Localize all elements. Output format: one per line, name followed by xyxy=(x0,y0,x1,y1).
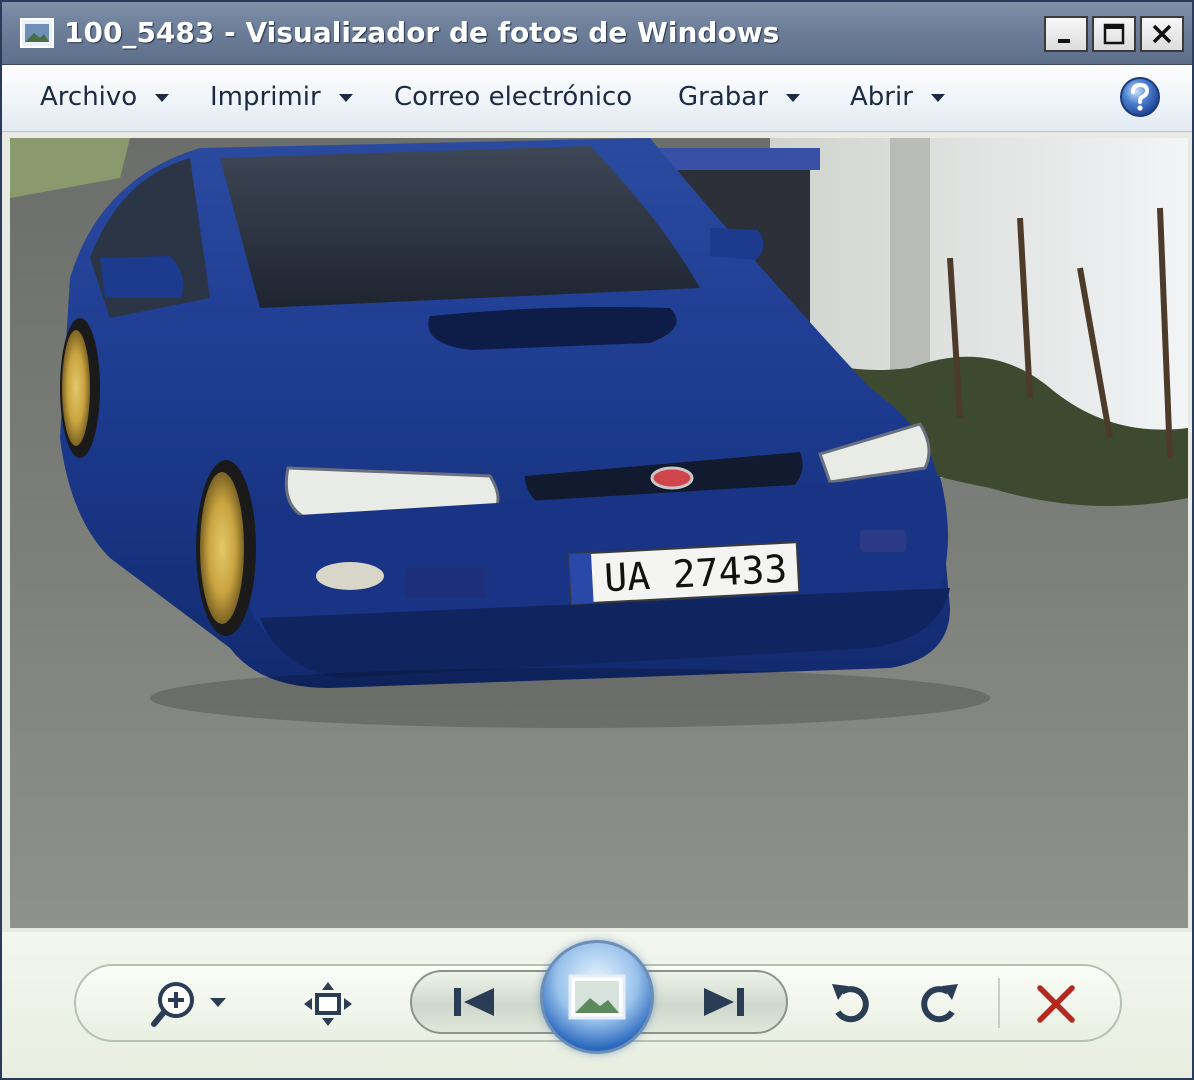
maximize-icon xyxy=(1103,23,1125,45)
fit-to-window-button[interactable] xyxy=(302,980,354,1028)
zoom-icon xyxy=(151,982,226,1027)
menu-abrir-label: Abrir xyxy=(850,82,913,112)
menu-grabar-label: Grabar xyxy=(678,82,768,112)
menu-correo-electronico[interactable]: Correo electrónico xyxy=(394,79,632,115)
maximize-button[interactable] xyxy=(1092,16,1136,52)
previous-icon xyxy=(454,988,494,1016)
slideshow-icon xyxy=(568,974,626,1020)
menu-imprimir[interactable]: Imprimir xyxy=(210,79,353,115)
toolbar-divider xyxy=(998,978,1000,1028)
menu-abrir[interactable]: Abrir xyxy=(850,79,945,115)
title-bar[interactable]: 100_5483 - Visualizador de fotos de Wind… xyxy=(2,2,1192,65)
rotate-clockwise-icon xyxy=(921,984,958,1023)
rotate-clockwise-button[interactable] xyxy=(914,978,964,1028)
rotate-counterclockwise-icon xyxy=(832,984,869,1023)
help-icon[interactable] xyxy=(1118,75,1162,119)
menu-archivo-label: Archivo xyxy=(40,82,138,112)
chevron-down-icon xyxy=(930,94,945,102)
window-title: 100_5483 - Visualizador de fotos de Wind… xyxy=(64,16,780,49)
license-plate: UA 27433 xyxy=(567,541,801,606)
close-icon xyxy=(1152,24,1172,44)
previous-button[interactable] xyxy=(448,982,500,1022)
rotate-counterclockwise-button[interactable] xyxy=(826,978,876,1028)
chevron-down-icon xyxy=(785,94,800,102)
next-icon xyxy=(704,988,744,1016)
menu-imprimir-label: Imprimir xyxy=(210,82,321,112)
menu-bar: Archivo Imprimir Correo electrónico Grab… xyxy=(2,65,1192,132)
menu-correo-electronico-label: Correo electrónico xyxy=(394,82,633,112)
menu-archivo[interactable]: Archivo xyxy=(40,79,170,115)
photo-viewer-icon xyxy=(20,18,54,48)
car-photo[interactable]: UA 27433 xyxy=(10,138,1188,928)
menu-grabar[interactable]: Grabar xyxy=(678,79,800,115)
chevron-down-icon xyxy=(155,94,170,102)
minimize-icon xyxy=(1058,39,1070,43)
chevron-down-icon xyxy=(338,94,353,102)
next-button[interactable] xyxy=(698,982,750,1022)
minimize-button[interactable] xyxy=(1044,16,1088,52)
control-bar xyxy=(2,932,1192,1078)
photo-viewer-window: 100_5483 - Visualizador de fotos de Wind… xyxy=(0,0,1194,1080)
close-button[interactable] xyxy=(1140,16,1184,52)
photo-area: UA 27433 xyxy=(2,132,1192,932)
zoom-button[interactable] xyxy=(150,980,234,1028)
fit-to-window-icon xyxy=(304,982,352,1026)
slideshow-button[interactable] xyxy=(540,940,654,1054)
delete-icon xyxy=(1037,985,1075,1023)
delete-button[interactable] xyxy=(1032,980,1080,1028)
